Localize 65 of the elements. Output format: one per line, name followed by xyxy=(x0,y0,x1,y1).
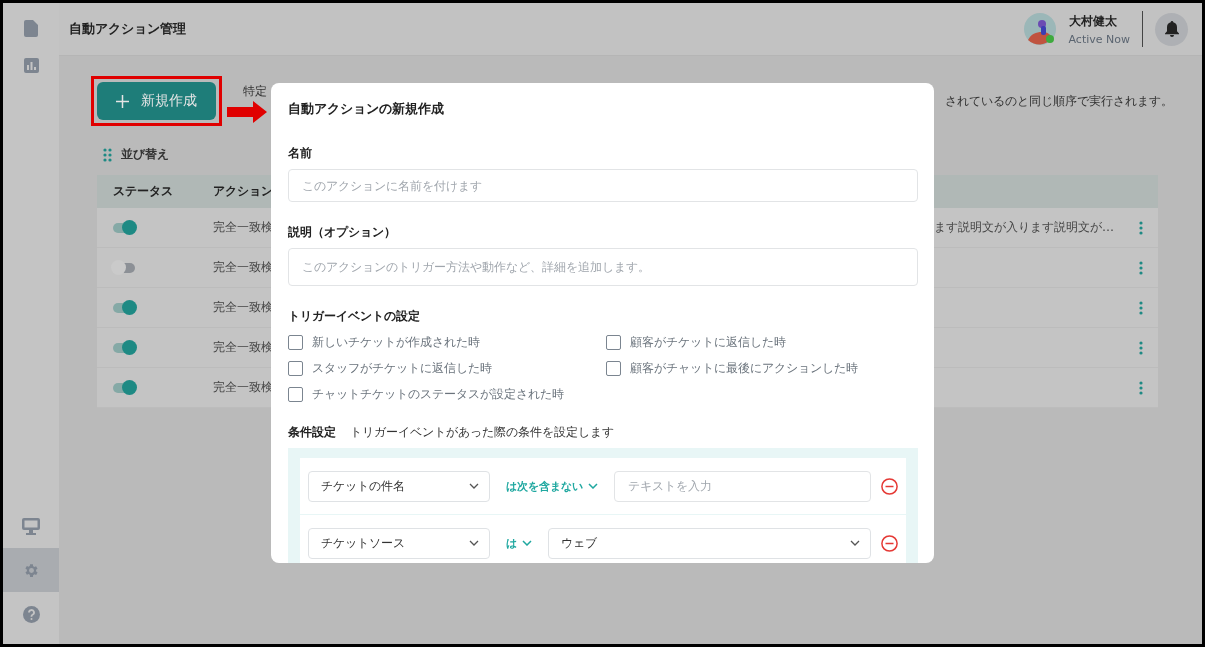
toggle-switch[interactable] xyxy=(113,263,135,273)
chevron-down-icon xyxy=(469,540,479,546)
more-icon[interactable] xyxy=(1139,260,1143,275)
value-select[interactable]: ウェブ xyxy=(548,527,871,559)
page-title: 自動アクション管理 xyxy=(69,20,186,38)
section-hint: トリガーイベントがあった際の条件を設定します xyxy=(350,424,614,441)
notification-button[interactable] xyxy=(1155,12,1188,46)
checkbox-label: 新しいチケットが作成された時 xyxy=(312,335,480,350)
checkbox-label: チャットチケットのステータスが設定された時 xyxy=(312,387,564,402)
checkbox-label: 顧客がチケットに返信した時 xyxy=(630,335,786,350)
table-cell: 完全一致検 xyxy=(213,379,273,396)
toggle-switch[interactable] xyxy=(113,343,135,353)
column-header: ステータス xyxy=(112,183,174,200)
remove-icon[interactable] xyxy=(881,477,898,495)
chevron-down-icon xyxy=(588,483,598,489)
checkbox[interactable] xyxy=(606,361,621,376)
arrow-icon xyxy=(227,101,267,123)
table-cell: 完全一致検 xyxy=(213,339,273,356)
table-cell: 完全一致検 xyxy=(213,259,273,276)
checkbox[interactable] xyxy=(606,335,621,350)
description-text: されているのと同じ順序で実行されます。 xyxy=(945,92,1173,110)
sort-button[interactable]: 並び替え xyxy=(103,146,169,163)
field-select[interactable]: チケットソース xyxy=(308,527,490,559)
more-icon[interactable] xyxy=(1139,220,1143,235)
chevron-down-icon xyxy=(850,540,860,546)
toggle-switch[interactable] xyxy=(113,223,135,233)
chevron-down-icon xyxy=(522,540,532,546)
value-field[interactable]: テキストを入力 xyxy=(614,470,871,502)
field-label: 説明（オプション） xyxy=(288,224,397,241)
user-name: 大村健太 xyxy=(1068,12,1118,30)
checkbox-label: 顧客がチャットに最後にアクションした時 xyxy=(630,361,858,376)
description-text: 特定 xyxy=(243,82,267,100)
table-cell: 完全一致検 xyxy=(213,299,273,316)
table-cell: 完全一致検 xyxy=(213,219,273,236)
toggle-switch[interactable] xyxy=(113,303,135,313)
chevron-down-icon xyxy=(469,483,479,489)
bell-icon xyxy=(1164,21,1179,37)
sidebar-item[interactable] xyxy=(3,548,59,592)
checkbox[interactable] xyxy=(288,335,303,350)
plus-icon xyxy=(116,94,129,108)
user-status: Active Now xyxy=(1068,32,1130,46)
more-icon[interactable] xyxy=(1139,380,1143,395)
chart-icon xyxy=(23,57,39,73)
section-title: トリガーイベントの設定 xyxy=(288,308,421,325)
description-field[interactable]: このアクションのトリガー方法や動作など、詳細を追加します。 xyxy=(288,248,918,286)
new-button[interactable]: 新規作成 xyxy=(97,82,216,120)
avatar-icon xyxy=(1022,12,1057,46)
checkbox[interactable] xyxy=(288,387,303,402)
monitor-icon xyxy=(22,517,40,535)
settings-icon xyxy=(22,561,40,579)
remove-icon[interactable] xyxy=(881,534,898,552)
more-icon[interactable] xyxy=(1139,340,1143,355)
document-icon xyxy=(24,19,38,37)
toggle-switch[interactable] xyxy=(113,383,135,393)
modal-title: 自動アクションの新規作成 xyxy=(288,100,445,118)
drag-handle-icon xyxy=(103,147,112,162)
checkbox-label: スタッフがチケットに返信した時 xyxy=(312,361,492,376)
section-title: 条件設定 xyxy=(288,424,336,441)
field-select[interactable]: チケットの件名 xyxy=(308,470,490,502)
name-field[interactable]: このアクションに名前を付けます xyxy=(288,169,918,202)
checkbox[interactable] xyxy=(288,361,303,376)
more-icon[interactable] xyxy=(1139,300,1143,315)
field-label: 名前 xyxy=(288,145,313,162)
help-icon xyxy=(22,605,40,623)
table-cell: ます説明文が入ります説明文が… xyxy=(934,220,1114,234)
